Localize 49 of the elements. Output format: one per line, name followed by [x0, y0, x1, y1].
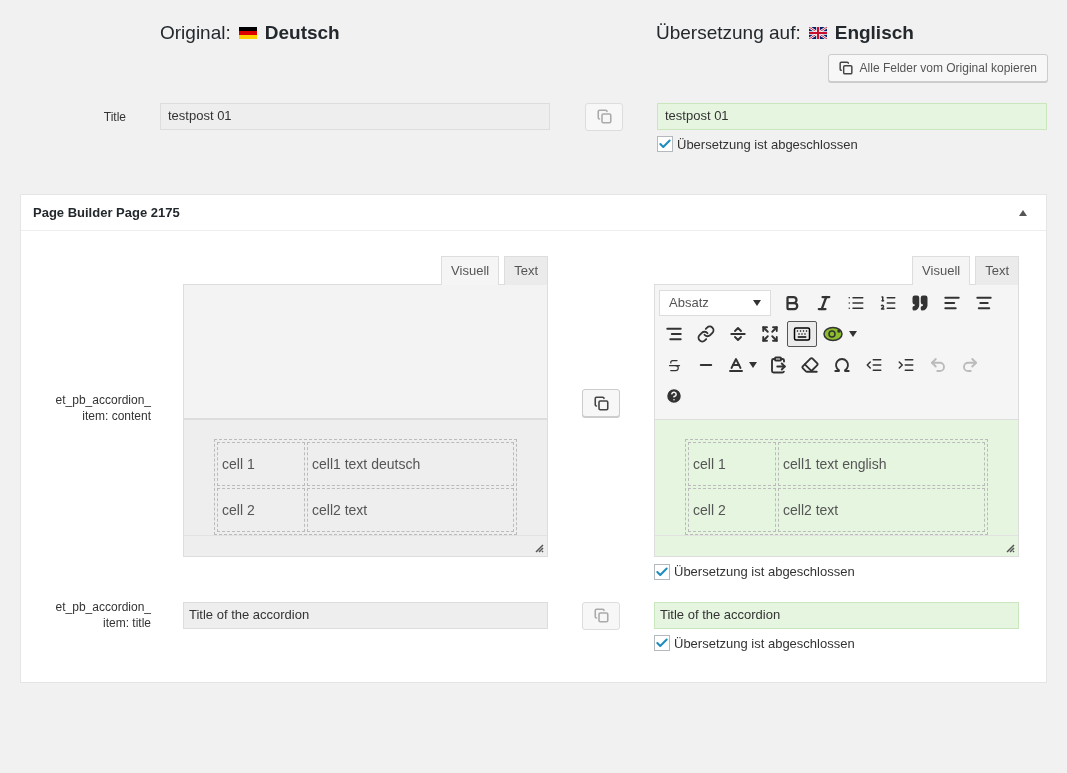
- copy-icon: [593, 608, 609, 623]
- format-select[interactable]: Absatz: [659, 290, 771, 316]
- translation-label: Übersetzung auf:: [656, 21, 801, 45]
- original-language: Deutsch: [264, 21, 340, 45]
- original-title-field[interactable]: testpost 01: [160, 102, 550, 130]
- checkbox-label: Übersetzung ist abgeschlossen: [677, 135, 858, 154]
- uk-flag-icon: [808, 27, 827, 40]
- table-cell: cell 2: [688, 488, 776, 532]
- keyboard-icon[interactable]: [787, 321, 817, 347]
- original-text-field[interactable]: Title of the accordion: [183, 601, 548, 629]
- resize-handle-icon[interactable]: [535, 544, 544, 553]
- resize-handle-icon[interactable]: [1006, 544, 1015, 553]
- editor-tab[interactable]: Text: [504, 256, 548, 285]
- panel-title: Page Builder Page 2175: [33, 203, 180, 222]
- table-cell: cell2 text: [778, 488, 985, 532]
- table-cell: cell1 text deutsch: [307, 442, 514, 486]
- editor-tab[interactable]: Text: [975, 256, 1019, 285]
- translation-title-field[interactable]: testpost 01: [657, 102, 1047, 130]
- copy-button[interactable]: [582, 389, 620, 417]
- field-label: et_pb_accordion_ item: title: [54, 598, 151, 631]
- collapse-arrow-icon[interactable]: [1019, 209, 1027, 216]
- table-cell: cell 1: [688, 442, 776, 486]
- table-cell: cell 2: [217, 488, 305, 532]
- checkbox[interactable]: [654, 563, 670, 580]
- panel-header[interactable]: Page Builder Page 2175: [21, 195, 1046, 231]
- caret-icon[interactable]: [849, 331, 857, 337]
- copy-icon: [593, 395, 609, 411]
- table-cell: cell 1: [217, 442, 305, 486]
- translation-language: Englisch: [834, 21, 914, 45]
- germany-flag-icon: [238, 27, 257, 40]
- table-cell: cell1 text english: [778, 442, 985, 486]
- field-label: et_pb_accordion_ item: content: [54, 392, 151, 424]
- plugin-icon: [823, 326, 845, 342]
- copy-icon: [838, 60, 853, 75]
- editor-tab[interactable]: Visuell: [912, 256, 971, 285]
- table-cell: cell2 text: [307, 488, 514, 532]
- text-color-icon: [727, 356, 745, 374]
- checkbox-label: Übersetzung ist abgeschlossen: [674, 563, 855, 581]
- caret-icon[interactable]: [749, 362, 757, 368]
- translation-text-field[interactable]: Title of the accordion: [654, 601, 1019, 629]
- editor-tab[interactable]: Visuell: [441, 256, 500, 285]
- checkbox[interactable]: [657, 136, 673, 153]
- copy-icon: [596, 109, 612, 124]
- field-label: Title: [102, 108, 126, 125]
- checkbox-label: Übersetzung ist abgeschlossen: [674, 634, 855, 653]
- checkbox[interactable]: [654, 635, 670, 652]
- original-label: Original:: [160, 21, 231, 45]
- caret-icon[interactable]: [753, 300, 761, 306]
- copy-all-button[interactable]: Alle Felder vom Original kopieren: [827, 53, 1048, 82]
